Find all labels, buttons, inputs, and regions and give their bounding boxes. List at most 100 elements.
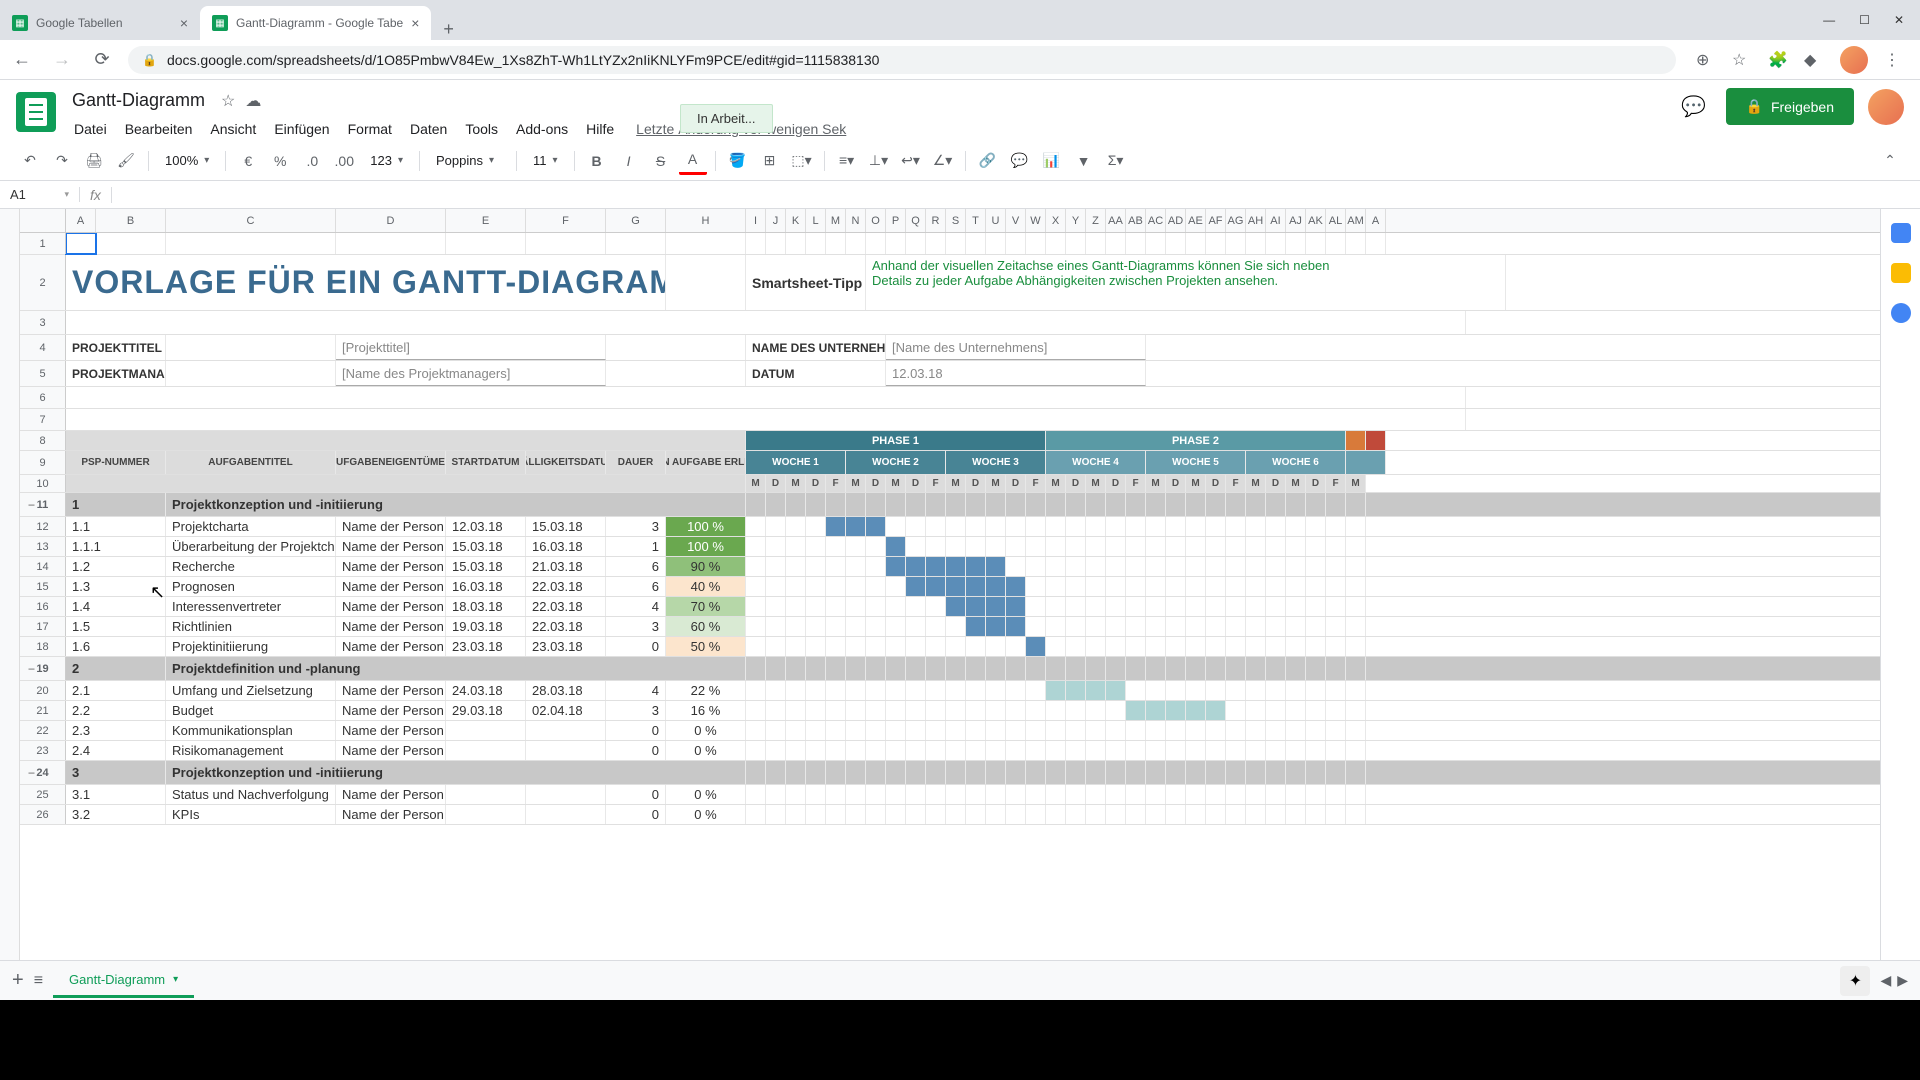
start-date[interactable]: 29.03.18 [446, 701, 526, 720]
cell[interactable] [766, 657, 786, 680]
gantt-cell[interactable] [746, 785, 766, 804]
cell[interactable] [786, 657, 806, 680]
cell[interactable] [606, 361, 746, 386]
gantt-cell[interactable] [1286, 597, 1306, 616]
duration[interactable]: 4 [606, 681, 666, 700]
gantt-cell[interactable] [1146, 517, 1166, 536]
cell[interactable] [946, 493, 966, 516]
row-header[interactable]: 3 [20, 311, 66, 334]
task-owner[interactable]: Name der Person [336, 517, 446, 536]
task-owner[interactable]: Name der Person [336, 785, 446, 804]
cell[interactable] [946, 657, 966, 680]
date-value[interactable]: 12.03.18 [886, 361, 1146, 386]
gantt-cell[interactable] [1246, 741, 1266, 760]
gantt-cell[interactable] [886, 785, 906, 804]
gantt-cell[interactable] [1346, 805, 1366, 824]
cell[interactable] [1326, 233, 1346, 254]
duration[interactable]: 0 [606, 785, 666, 804]
gantt-cell[interactable] [1306, 721, 1326, 740]
duration[interactable]: 3 [606, 517, 666, 536]
cell[interactable] [806, 493, 826, 516]
row-header[interactable]: 8 [20, 431, 66, 450]
cell[interactable] [866, 233, 886, 254]
gantt-cell[interactable] [1286, 557, 1306, 576]
cell[interactable] [786, 761, 806, 784]
collapse-toggle[interactable]: − [28, 662, 35, 676]
duration[interactable]: 1 [606, 537, 666, 556]
gantt-cell[interactable] [946, 637, 966, 656]
star-icon[interactable]: ☆ [221, 91, 235, 111]
column-header[interactable]: F [526, 209, 606, 232]
gantt-cell[interactable] [1246, 557, 1266, 576]
gantt-cell[interactable] [1186, 537, 1206, 556]
company-value[interactable]: [Name des Unternehmens] [886, 335, 1146, 360]
gantt-cell[interactable] [1306, 557, 1326, 576]
zoom-icon[interactable]: ⊕ [1696, 50, 1716, 70]
day-header[interactable]: D [866, 475, 886, 492]
row-header[interactable]: 10 [20, 475, 66, 492]
gantt-bar[interactable] [1026, 637, 1046, 656]
gantt-cell[interactable] [786, 597, 806, 616]
spreadsheet-grid[interactable]: ABCDEFGHIJKLMNOPQRSTUVWXYZAAABACADAEAFAG… [20, 209, 1880, 1009]
gantt-cell[interactable] [1066, 785, 1086, 804]
gantt-cell[interactable] [926, 517, 946, 536]
gantt-cell[interactable] [1206, 537, 1226, 556]
duration-header[interactable]: DAUER [606, 451, 666, 474]
cell[interactable] [746, 761, 766, 784]
gantt-cell[interactable] [1026, 741, 1046, 760]
fill-color-button[interactable]: 🪣 [724, 147, 752, 175]
gantt-cell[interactable] [1226, 681, 1246, 700]
day-header[interactable]: D [1206, 475, 1226, 492]
cell[interactable] [1026, 493, 1046, 516]
task-owner[interactable]: Name der Person [336, 577, 446, 596]
gantt-cell[interactable] [906, 785, 926, 804]
row-header[interactable]: 5 [20, 361, 66, 386]
cell[interactable] [806, 233, 826, 254]
gantt-cell[interactable] [806, 637, 826, 656]
gantt-bar[interactable] [846, 517, 866, 536]
gantt-cell[interactable] [806, 517, 826, 536]
wbs-number[interactable]: 1.3 [66, 577, 166, 596]
gantt-cell[interactable] [786, 617, 806, 636]
gantt-cell[interactable] [1126, 721, 1146, 740]
more-formats-select[interactable]: 123 [362, 149, 411, 172]
pct-complete[interactable]: 0 % [666, 721, 746, 740]
percent-button[interactable]: % [266, 147, 294, 175]
merge-button[interactable]: ⬚▾ [788, 147, 816, 175]
gantt-cell[interactable] [1126, 681, 1146, 700]
gantt-cell[interactable] [1246, 617, 1266, 636]
gantt-cell[interactable] [1246, 785, 1266, 804]
gantt-cell[interactable] [1186, 681, 1206, 700]
row-header[interactable]: 22 [20, 721, 66, 740]
gantt-cell[interactable] [1006, 805, 1026, 824]
duration[interactable]: 3 [606, 701, 666, 720]
cell[interactable] [1226, 761, 1246, 784]
cell[interactable] [886, 493, 906, 516]
gantt-cell[interactable] [846, 577, 866, 596]
due-date[interactable] [526, 785, 606, 804]
cell[interactable] [1286, 657, 1306, 680]
column-header[interactable]: Q [906, 209, 926, 232]
text-color-button[interactable]: A [679, 147, 707, 175]
cell[interactable] [826, 493, 846, 516]
cell[interactable] [666, 255, 746, 310]
day-header[interactable]: F [1026, 475, 1046, 492]
gantt-cell[interactable] [986, 805, 1006, 824]
collapse-toggle[interactable]: − [28, 498, 35, 512]
gantt-cell[interactable] [1326, 557, 1346, 576]
row-header[interactable]: 18 [20, 637, 66, 656]
day-header[interactable]: F [1326, 475, 1346, 492]
start-date[interactable] [446, 721, 526, 740]
gantt-cell[interactable] [846, 617, 866, 636]
gantt-cell[interactable] [906, 637, 926, 656]
menu-hilfe[interactable]: Hilfe [578, 117, 622, 141]
gantt-cell[interactable] [1046, 785, 1066, 804]
gantt-cell[interactable] [946, 805, 966, 824]
cell[interactable] [1286, 233, 1306, 254]
cell[interactable] [766, 761, 786, 784]
gantt-cell[interactable] [786, 637, 806, 656]
day-header[interactable]: M [1186, 475, 1206, 492]
gantt-cell[interactable] [1086, 557, 1106, 576]
gantt-cell[interactable] [906, 537, 926, 556]
day-header[interactable]: M [1346, 475, 1366, 492]
